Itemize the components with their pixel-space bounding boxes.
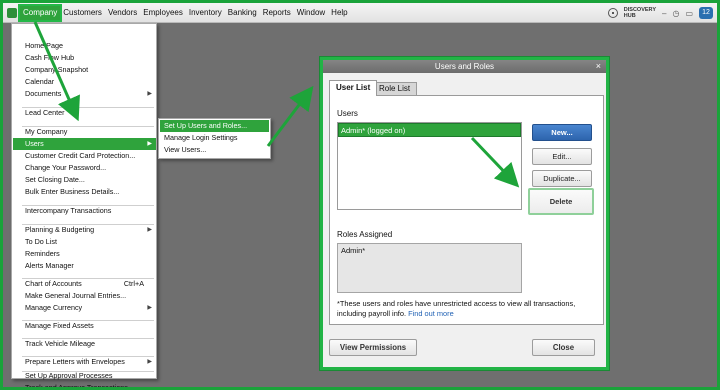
users-and-roles-dialog: Users and Roles × User List Role List Us… (320, 57, 609, 370)
delete-user-button[interactable]: Delete (528, 188, 594, 215)
view-permissions-button[interactable]: View Permissions (329, 339, 417, 356)
company-menu-item[interactable]: Track and Approve Transactions (13, 382, 156, 387)
new-user-button[interactable]: New... (532, 124, 592, 141)
dialog-title: Users and Roles × (323, 60, 606, 73)
submenu-arrow-icon: ▶ (147, 305, 152, 311)
company-menu-dropdown: Home Page Cash Flow Hub Company Snapshot Ca… (11, 23, 157, 387)
notification-badge[interactable]: 12 (699, 7, 713, 19)
menu-vendors[interactable]: Vendors (105, 6, 140, 20)
menu-inventory[interactable]: Inventory (186, 6, 225, 20)
user-list-panel: Users Admin* (logged on) New... Edit... … (329, 95, 604, 325)
app-window: Company Customers Vendors Employees Inve… (3, 3, 717, 387)
find-out-more-link[interactable]: Find out more (408, 309, 454, 318)
users-list[interactable]: Admin* (logged on) (337, 122, 522, 210)
company-menu-item[interactable]: Manage Currency ▶ (13, 302, 156, 314)
company-menu-item[interactable]: Home Page (13, 40, 156, 52)
company-menu-item[interactable]: My Company (13, 126, 156, 138)
tab-role-list[interactable]: Role List (372, 82, 418, 95)
menu-bar: Company Customers Vendors Employees Inve… (3, 3, 717, 23)
company-menu-item[interactable]: Make General Journal Entries... (13, 290, 156, 302)
submenu-arrow-icon: ▶ (147, 359, 152, 365)
app-logo-icon (7, 7, 17, 18)
company-menu-item[interactable]: Intercompany Transactions (13, 205, 156, 217)
submenu-arrow-icon: ▶ (147, 141, 152, 147)
roles-assigned-list[interactable]: Admin* (337, 243, 522, 293)
close-button[interactable]: Close (532, 339, 595, 356)
company-menu-item[interactable]: Customer Credit Card Protection... (13, 150, 156, 162)
company-menu-item[interactable]: Company Snapshot (13, 64, 156, 76)
menu-banking[interactable]: Banking (225, 6, 260, 20)
users-label: Users (337, 109, 358, 118)
submenu-arrow-icon: ▶ (147, 227, 152, 233)
restore-icon[interactable]: ▭ (685, 9, 693, 18)
menubar-tools: DISCOVERY HUB – ◷ ▭ 12 (607, 5, 713, 21)
edit-user-button[interactable]: Edit... (532, 148, 592, 165)
access-note: *These users and roles have unrestricted… (337, 299, 576, 318)
discovery-hub-label[interactable]: DISCOVERY HUB (624, 7, 656, 19)
company-menu-item[interactable]: Manage Fixed Assets (13, 320, 156, 332)
manage-login-settings-item[interactable]: Manage Login Settings (160, 132, 269, 144)
company-menu-item[interactable]: Change Your Password... (13, 162, 156, 174)
company-menu-item[interactable]: Set Up Approval Processes (13, 370, 156, 382)
company-menu-item[interactable]: Bulk Enter Business Details... (13, 186, 156, 198)
company-menu-item[interactable]: Set Closing Date... (13, 174, 156, 186)
company-menu-item[interactable]: Documents ▶ (13, 88, 156, 100)
company-menu-item[interactable]: To Do List (13, 236, 156, 248)
discovery-hub-icon[interactable] (607, 8, 618, 18)
company-menu-item[interactable]: Calendar (13, 76, 156, 88)
role-item-admin: Admin* (341, 246, 366, 255)
company-menu-item[interactable]: Track Vehicle Mileage (13, 338, 156, 350)
close-icon[interactable]: × (596, 60, 601, 73)
submenu-arrow-icon: ▶ (147, 91, 152, 97)
menu-help[interactable]: Help (328, 6, 350, 20)
shortcut-label: Ctrl+A (123, 279, 144, 288)
menu-window[interactable]: Window (294, 6, 328, 20)
user-row-admin[interactable]: Admin* (logged on) (338, 123, 521, 137)
company-menu-item[interactable]: Cash Flow Hub (13, 52, 156, 64)
company-menu-item[interactable]: Planning & Budgeting ▶ (13, 224, 156, 236)
minimize-icon[interactable]: – (662, 9, 666, 18)
set-up-users-and-roles-item[interactable]: Set Up Users and Roles... (160, 120, 269, 132)
duplicate-user-button[interactable]: Duplicate... (532, 170, 592, 187)
menu-customers[interactable]: Customers (60, 6, 105, 20)
company-menu-item[interactable]: Users ▶ (13, 138, 156, 150)
company-menu-item[interactable]: Alerts Manager (13, 260, 156, 272)
menu-employees[interactable]: Employees (140, 6, 186, 20)
menu-company[interactable]: Company (17, 3, 63, 22)
roles-assigned-label: Roles Assigned (337, 230, 393, 239)
menu-reports[interactable]: Reports (260, 6, 294, 20)
company-menu-item[interactable]: Reminders (13, 248, 156, 260)
tab-user-list[interactable]: User List (329, 80, 378, 96)
company-menu-item[interactable]: Prepare Letters with Envelopes ▶ (13, 356, 156, 368)
company-menu-item[interactable]: Lead Center (13, 107, 156, 119)
view-users-item[interactable]: View Users... (160, 144, 269, 156)
clock-icon[interactable]: ◷ (672, 9, 679, 18)
company-menu-item[interactable]: Chart of Accounts Ctrl+A (13, 278, 156, 290)
users-submenu: Set Up Users and Roles... Manage Login S… (158, 118, 271, 159)
